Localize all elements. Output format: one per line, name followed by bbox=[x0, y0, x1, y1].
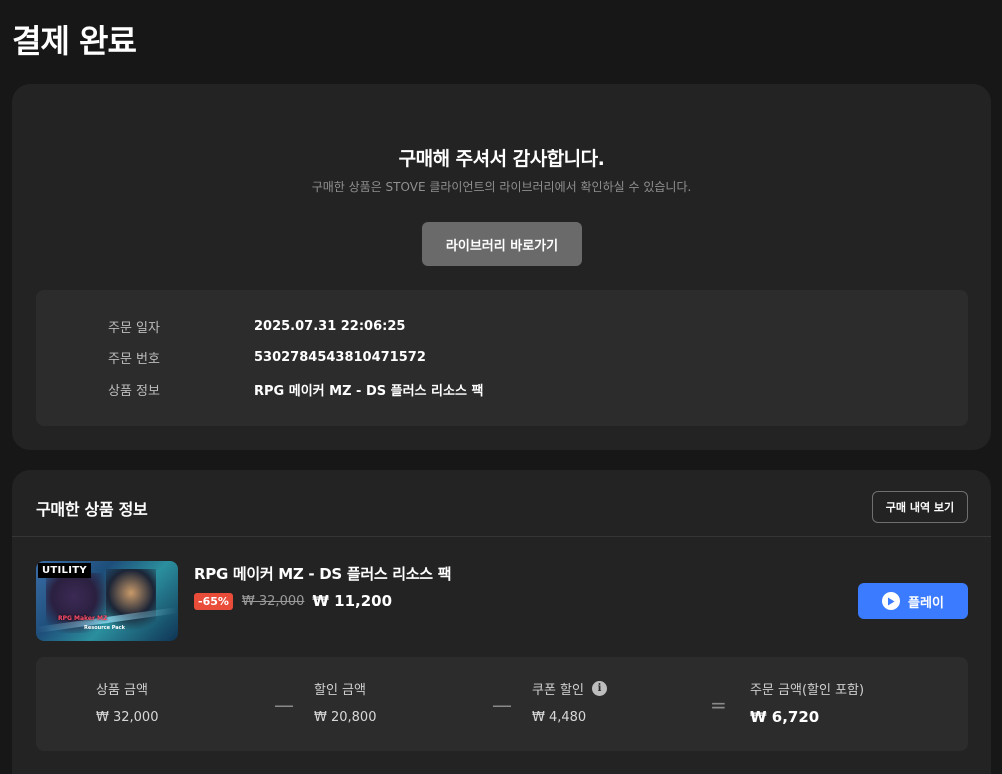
purchase-history-button[interactable]: 구매 내역 보기 bbox=[872, 491, 968, 523]
library-button[interactable]: 라이브러리 바로가기 bbox=[422, 222, 582, 266]
purchase-complete-card: 구매해 주셔서 감사합니다. 구매한 상품은 STOVE 클라이언트의 라이브러… bbox=[12, 84, 991, 450]
discount-badge: -65% bbox=[194, 592, 233, 610]
order-date-label: 주문 일자 bbox=[108, 320, 160, 336]
page-title: 결제 완료 bbox=[12, 22, 137, 60]
original-price: ₩ 32,000 bbox=[241, 593, 305, 609]
order-number-value: 5302784543810471572 bbox=[254, 349, 426, 365]
utility-tag: UTILITY bbox=[38, 563, 91, 578]
product-amount-col: 상품 금액 ₩ 32,000 bbox=[96, 679, 158, 725]
product-amount-label: 상품 금액 bbox=[96, 683, 148, 698]
total-label: 주문 금액(할인 포함) bbox=[750, 683, 865, 698]
order-date-value: 2025.07.31 22:06:25 bbox=[254, 318, 406, 334]
equals-sign: = bbox=[710, 693, 727, 717]
section-title: 구매한 상품 정보 bbox=[36, 500, 148, 519]
sale-price: ₩ 11,200 bbox=[312, 592, 393, 610]
price-line: -65% ₩ 32,000 ₩ 11,200 bbox=[194, 592, 392, 610]
total-value: ₩ 6,720 bbox=[750, 708, 820, 726]
order-number-label: 주문 번호 bbox=[108, 351, 160, 367]
order-product-row: 상품 정보 RPG 메이커 MZ - DS 플러스 리소스 팩 bbox=[108, 379, 483, 399]
thanks-subtitle: 구매한 상품은 STOVE 클라이언트의 라이브러리에서 확인하실 수 있습니다… bbox=[311, 180, 692, 194]
order-product-label: 상품 정보 bbox=[108, 383, 160, 399]
total-col: 주문 금액(할인 포함) ₩ 6,720 bbox=[750, 679, 864, 726]
coupon-value: ₩ 4,480 bbox=[532, 710, 587, 725]
discount-amount-label: 할인 금액 bbox=[314, 683, 366, 698]
order-product-value: RPG 메이커 MZ - DS 플러스 리소스 팩 bbox=[254, 383, 484, 399]
discount-amount-value: ₩ 20,800 bbox=[314, 710, 377, 725]
coupon-label-row: 쿠폰 할인 i bbox=[532, 679, 607, 698]
product-amount-value: ₩ 32,000 bbox=[96, 710, 159, 725]
price-summary-box: 상품 금액 ₩ 32,000 — 할인 금액 ₩ 20,800 — 쿠폰 할인 … bbox=[36, 657, 968, 751]
product-name[interactable]: RPG 메이커 MZ - DS 플러스 리소스 팩 bbox=[194, 563, 452, 584]
thumbnail-logo: RPG Maker MZ bbox=[58, 615, 108, 622]
coupon-label: 쿠폰 할인 bbox=[532, 683, 584, 698]
product-thumbnail[interactable]: UTILITY RPG Maker MZ Resource Pack bbox=[36, 561, 178, 641]
order-info-box: 주문 일자 2025.07.31 22:06:25 주문 번호 53027845… bbox=[36, 290, 968, 426]
play-button-label: 플레이 bbox=[908, 595, 944, 611]
discount-amount-col: 할인 금액 ₩ 20,800 bbox=[314, 679, 376, 725]
minus-sign: — bbox=[274, 693, 294, 717]
divider bbox=[12, 536, 991, 537]
order-number-row: 주문 번호 5302784543810471572 bbox=[108, 347, 426, 367]
thumbnail-logo-sub: Resource Pack bbox=[84, 625, 125, 631]
purchased-products-card: 구매한 상품 정보 구매 내역 보기 UTILITY RPG Maker MZ … bbox=[12, 470, 991, 774]
thanks-heading: 구매해 주셔서 감사합니다. bbox=[398, 148, 605, 170]
info-icon[interactable]: i bbox=[591, 681, 607, 696]
play-button[interactable]: 플레이 bbox=[858, 583, 968, 619]
play-circle-icon bbox=[882, 592, 901, 610]
order-date-row: 주문 일자 2025.07.31 22:06:25 bbox=[108, 316, 405, 336]
coupon-col: 쿠폰 할인 i ₩ 4,480 bbox=[532, 679, 607, 725]
minus-sign: — bbox=[492, 693, 512, 717]
